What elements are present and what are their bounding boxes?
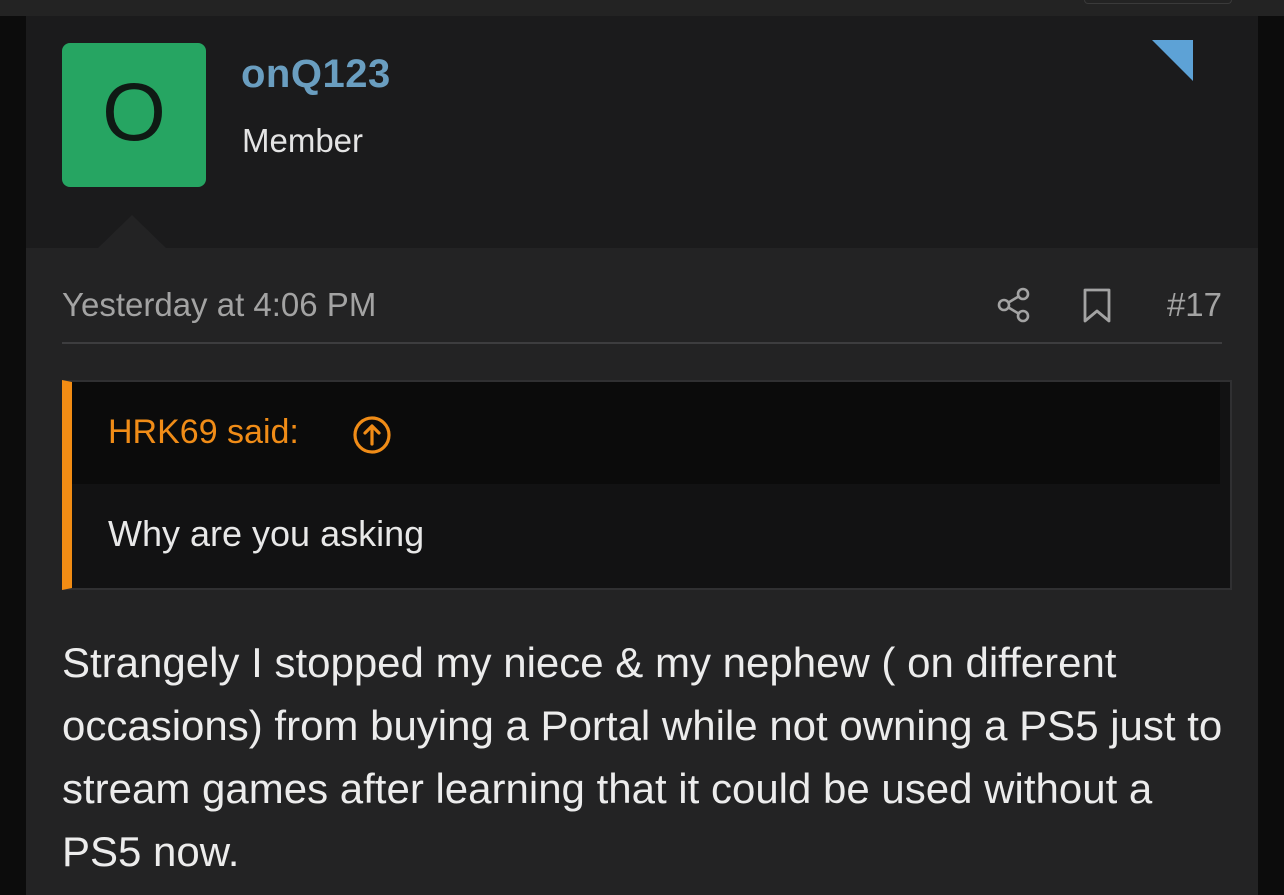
post-timestamp[interactable]: Yesterday at 4:06 PM <box>62 286 376 324</box>
post-user-block: O onQ123 Member <box>26 16 1258 248</box>
username-link[interactable]: onQ123 <box>241 52 391 97</box>
arrow-up-circle-icon[interactable] <box>352 415 392 455</box>
user-block-pointer <box>98 215 166 248</box>
top-bar <box>0 0 1284 16</box>
quote-author-link[interactable]: HRK69 said: <box>108 413 299 452</box>
forum-post: O onQ123 Member Yesterday at 4:06 PM #17… <box>26 16 1258 895</box>
post-meta-bar: Yesterday at 4:06 PM #17 <box>62 286 1222 344</box>
post-number-link[interactable]: #17 <box>1167 286 1222 324</box>
share-icon[interactable] <box>996 287 1032 323</box>
unread-corner-flag <box>1152 40 1193 81</box>
user-title: Member <box>242 122 364 159</box>
avatar[interactable]: O <box>62 43 206 187</box>
avatar-letter: O <box>102 67 166 158</box>
post-body-text: Strangely I stopped my niece & my nephew… <box>62 639 1223 875</box>
quote-header: HRK69 said: <box>72 382 1220 484</box>
quote-block: HRK69 said: Why are you asking <box>62 380 1232 590</box>
bookmark-icon[interactable] <box>1082 288 1112 324</box>
quote-text: Why are you asking <box>108 513 425 554</box>
top-tab-edge <box>1084 0 1232 4</box>
post-message: Yesterday at 4:06 PM #17 HRK69 said: Why… <box>26 248 1258 895</box>
